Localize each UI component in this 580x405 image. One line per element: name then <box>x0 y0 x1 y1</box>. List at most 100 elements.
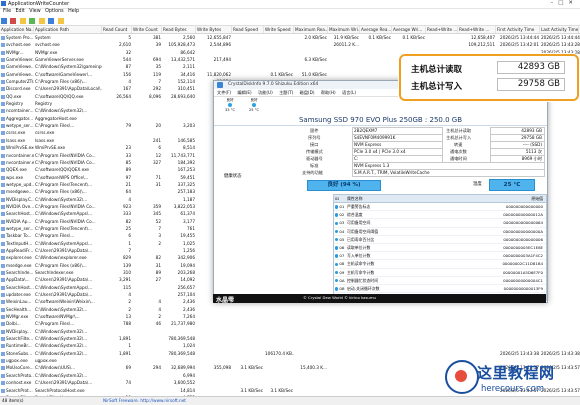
column-header[interactable]: Read Count <box>102 26 132 33</box>
menu-options[interactable]: Options <box>45 9 64 14</box>
smart-row[interactable]: 03可用备用空间0000000000000064 <box>334 219 546 227</box>
table-cell: C:\software\WPS Office\... <box>34 174 102 181</box>
cell-text: 1 <box>128 343 131 348</box>
table-row[interactable]: svchost.exesvchost.exe2,61039105,928,473… <box>0 41 580 48</box>
column-header[interactable]: Application Na... <box>0 26 34 33</box>
cell-text: C:\software\QQ\QQ.exe <box>35 94 84 99</box>
table-cell: csrss.exe <box>34 129 102 136</box>
column-header[interactable]: Read Bytes <box>162 26 196 33</box>
menu-file[interactable]: File <box>3 9 11 14</box>
cell-text: 342,906 <box>178 255 195 260</box>
column-header[interactable]: Average Rea... <box>360 26 392 33</box>
temperature-badge: 25 °C <box>489 179 535 191</box>
table-cell: 106170.4 KB... <box>264 350 294 357</box>
app-name-cell: RuntimeBr... <box>0 342 34 349</box>
app-name-cell: explorer.exe <box>0 254 34 261</box>
cell-text: C:\Windows\SystemApps\... <box>35 241 92 246</box>
table-row[interactable]: SearchFilte...C:\Windows\System32\...1,8… <box>0 335 580 342</box>
column-header[interactable]: Application Path <box>34 26 102 33</box>
cdi-menu-disk[interactable]: 磁盘(D) <box>300 90 315 95</box>
menu-edit[interactable]: Edit <box>16 9 25 14</box>
save-icon[interactable] <box>20 18 26 24</box>
column-header[interactable]: Write Bytes <box>196 26 232 33</box>
cdi-menu-edit[interactable]: 编辑(E) <box>237 90 251 95</box>
menu-help[interactable]: Help <box>68 9 79 14</box>
stop-icon[interactable] <box>10 18 16 24</box>
table-cell: C:\Windows\System32\... <box>34 350 102 357</box>
cell-text: 156 <box>123 72 131 77</box>
table-row[interactable]: SecHealth...C:\Windows\System32\...242,4… <box>0 306 580 313</box>
cell-text: svchost.exe <box>35 42 60 47</box>
nirsoft-link[interactable]: NirSoft Freeware. http://www.nirsoft.net <box>103 398 186 403</box>
smart-row[interactable]: 05已用寿命百分比0000000000000006 <box>334 236 546 244</box>
table-row[interactable]: RuntimeBr...C:\Windows\System32\...11,02… <box>0 342 580 349</box>
column-header[interactable]: Last Activity Time <box>540 26 579 33</box>
table-cell: 0.1 KB/Sec <box>392 34 426 41</box>
cdi-menu-theme[interactable]: 主题(T) <box>279 90 293 95</box>
copy-icon[interactable] <box>39 18 45 24</box>
table-cell: 32 <box>102 49 132 56</box>
properties-icon[interactable] <box>48 18 54 24</box>
process-icon <box>1 389 5 393</box>
app-name-cell: csrss.exe <box>0 129 34 136</box>
play-icon[interactable] <box>1 18 7 24</box>
table-row[interactable]: NVDisplay...C:\Windows\System32\... <box>0 328 580 335</box>
cdi-menu-file[interactable]: 文件(F) <box>217 90 231 95</box>
column-header[interactable]: Write Speed <box>264 26 294 33</box>
highlight-callout: 主机总计读取 42893 GB 主机总计写入 29758 GB <box>399 54 579 101</box>
refresh-icon[interactable] <box>29 18 35 24</box>
process-icon <box>1 36 5 40</box>
table-row[interactable]: Dolbi...C:\Program Files\...7884621,737,… <box>0 320 580 327</box>
smart-row[interactable]: 06读取单位计数0000000005EC1E8E <box>334 244 546 252</box>
window-controls[interactable]: –□✕ <box>550 0 578 6</box>
cdi-menu-function[interactable]: 功能(U) <box>258 90 273 95</box>
column-header[interactable]: Maximum Wri... <box>328 26 360 33</box>
smart-row[interactable]: 02综合温度000000000000012A <box>334 211 546 219</box>
table-cell: 256,657 <box>162 284 196 291</box>
smart-row[interactable]: 0B启动-关闭循环次数00000000000013F9 <box>334 285 546 293</box>
column-header[interactable]: Read+Write ... <box>458 26 496 33</box>
column-header[interactable]: Average Wri... <box>392 26 426 33</box>
drive-button-c[interactable]: 良好33 °C <box>220 98 240 112</box>
toolbar <box>0 17 580 26</box>
column-header[interactable]: Write Count <box>132 26 162 33</box>
cell-text: 2026/2/5 13:44:44 <box>541 35 580 40</box>
smart-raw-value: 0000000000000064 <box>446 219 546 226</box>
cdi-menu-language[interactable]: 语言(L) <box>342 90 356 95</box>
smart-raw-value: 0000000000000006 <box>446 236 546 243</box>
smart-row[interactable]: 09主机写命令计数00000001A5D6E7F0 <box>334 269 546 277</box>
table-cell: 61,374 <box>162 210 196 217</box>
cell-text: C:\Windows\SystemApps\... <box>35 211 92 216</box>
smart-id-text: 05 <box>339 237 344 242</box>
smart-row[interactable]: 04可用备用空间阈值000000000000000A <box>334 228 546 236</box>
drive-button-d[interactable]: 良好25 °C <box>244 98 264 112</box>
cdi-menu-help[interactable]: 帮助(H) <box>321 90 336 95</box>
app-name-cell: wetype_ser... <box>0 225 34 232</box>
table-cell: 6 <box>102 232 132 239</box>
table-row[interactable]: NVMgr.exeC:\software\NVMgr\...1327,264 <box>0 313 580 320</box>
smart-row[interactable]: 08主机读命令计数00000002C11D81B4 <box>334 260 546 268</box>
app-name-cell: GameViewe... <box>0 71 34 78</box>
table-cell: 2 <box>102 298 132 305</box>
table-row[interactable]: System Pro...System53812,56012,655,8472.… <box>0 34 580 41</box>
app-name-cell: svchost.exe <box>0 41 34 48</box>
table-cell: 4 <box>132 298 162 305</box>
table-cell: C:\Program Files (x86)\... <box>34 262 102 269</box>
column-header[interactable]: Read Speed <box>232 26 264 33</box>
column-header[interactable]: Read+Write ... <box>426 26 458 33</box>
app-name-cell: NVIDIA Ove... <box>0 203 34 210</box>
table-cell: C:\Program Files (x86)\... <box>34 78 102 85</box>
callout-read-label: 主机总计读取 <box>411 63 462 75</box>
cell-text: C:\Windows\System32\... <box>35 307 87 312</box>
table-cell: 310 <box>102 269 132 276</box>
column-header[interactable]: Maximum Rea... <box>294 26 328 33</box>
table-row[interactable]: StoneSubs...C:\Windows\System32\...1,891… <box>0 350 580 357</box>
smart-row[interactable]: 0A控制器忙状态时间00000000000004C1 <box>334 277 546 285</box>
table-cell: 0.1 KB/Sec <box>360 34 392 41</box>
column-header[interactable]: First Activity Time <box>496 26 540 33</box>
smart-row[interactable]: 07写入单位计数0000000003A1F4C2 <box>334 252 546 260</box>
smart-row[interactable]: 01严重警告标志000000000000000 <box>334 203 546 211</box>
process-icon <box>1 271 5 275</box>
find-icon[interactable] <box>58 18 64 24</box>
menu-view[interactable]: View <box>29 9 40 14</box>
